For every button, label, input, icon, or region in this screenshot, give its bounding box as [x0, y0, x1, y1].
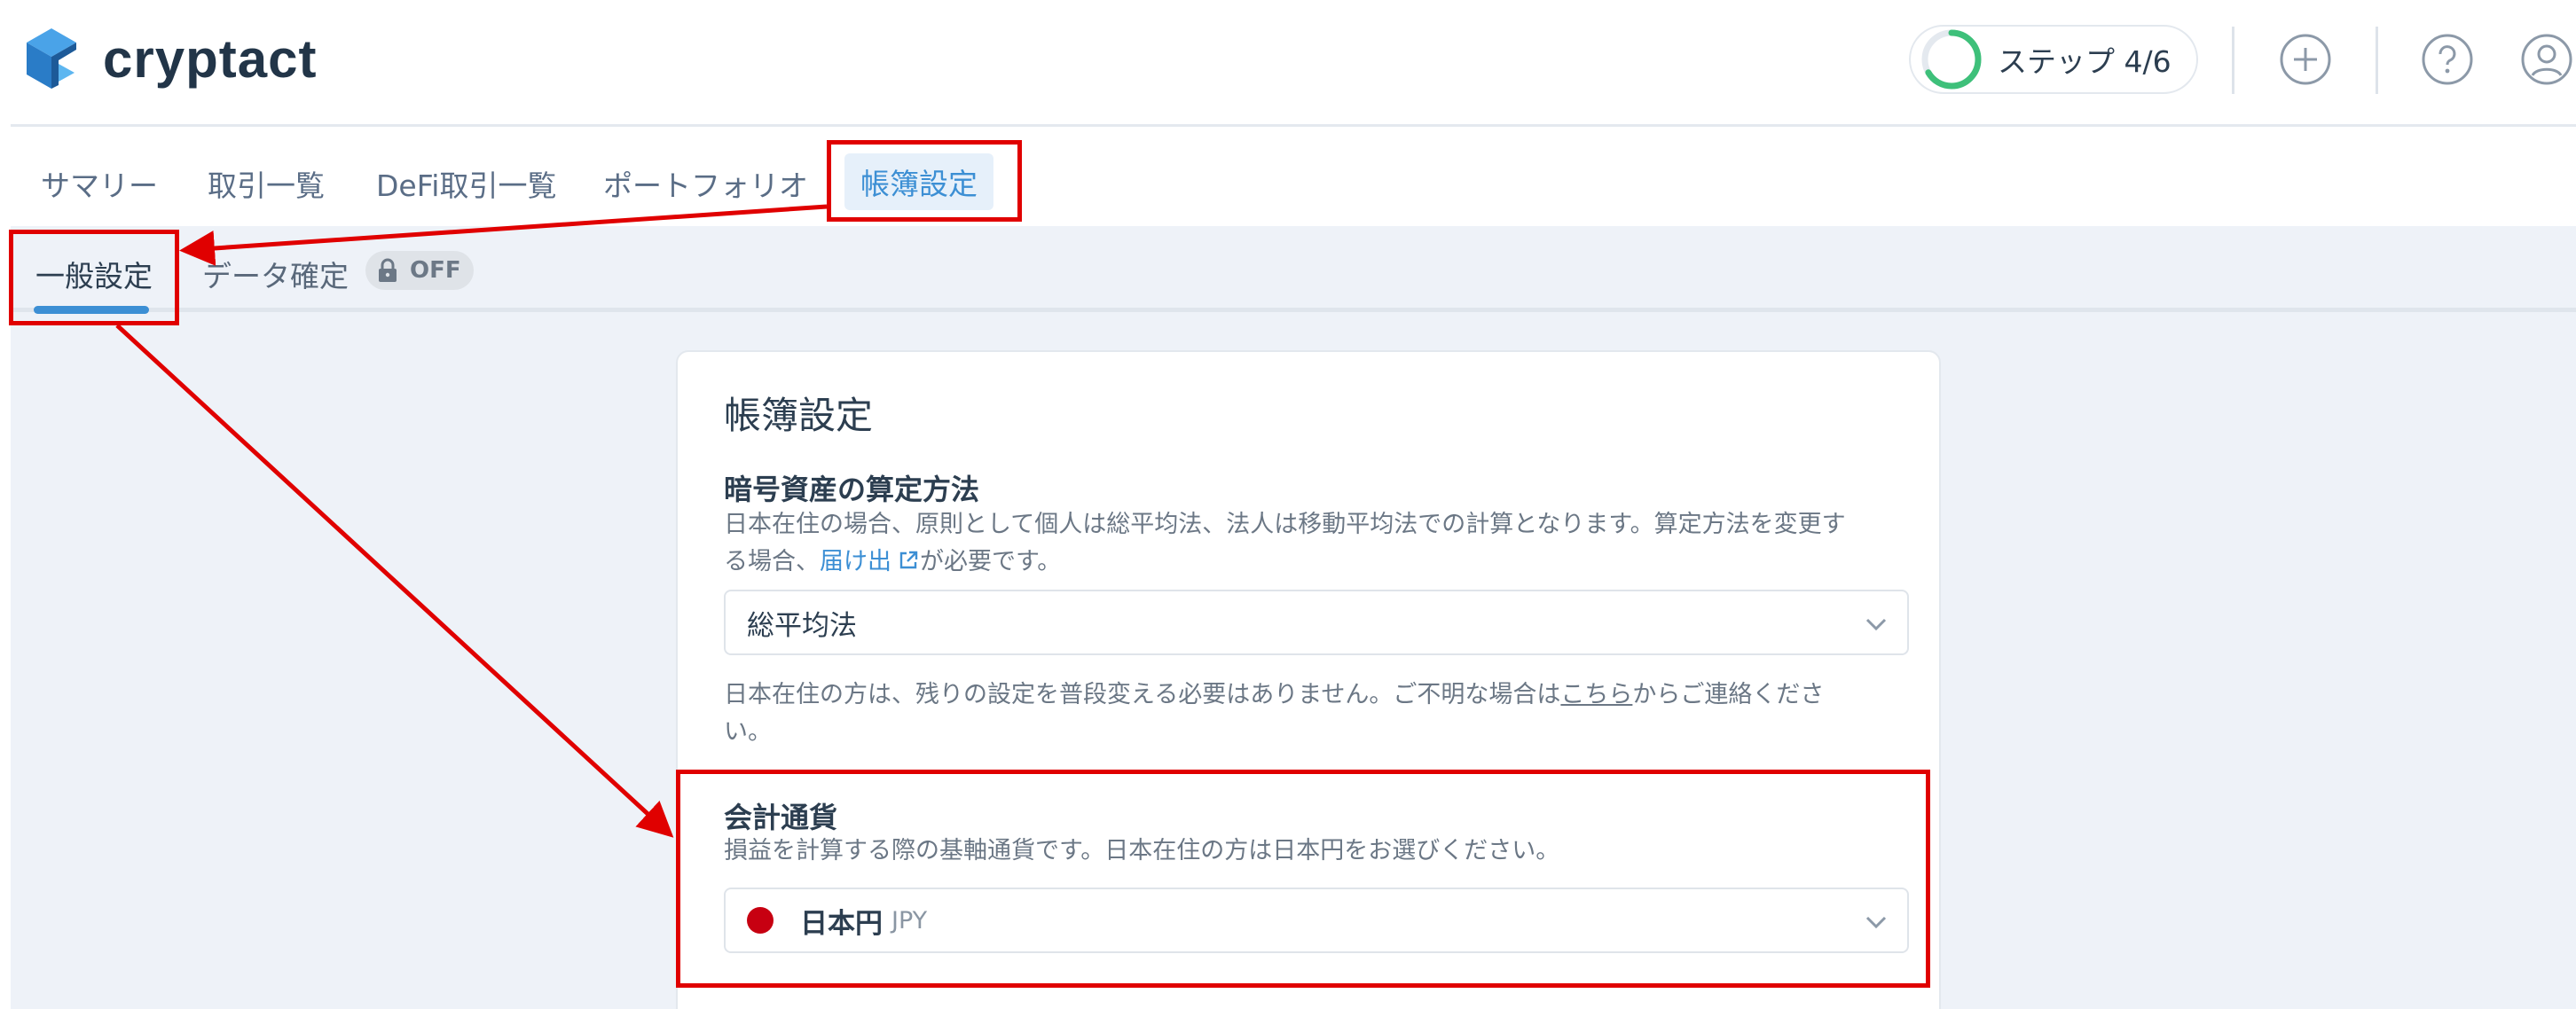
note-text: からご連絡くださ	[1632, 681, 1825, 708]
subtab-divider	[11, 308, 2576, 312]
residence-note: 日本在住の方は、残りの設定を普段変える必要はありません。ご不明な場合はこちらから…	[724, 677, 1904, 751]
highlight-ledger-tab	[827, 140, 1022, 222]
calc-method-select[interactable]: 総平均法	[724, 590, 1909, 655]
calc-method-selected: 総平均法	[747, 609, 857, 642]
user-icon[interactable]	[2519, 32, 2574, 87]
main-tabs: サマリー 取引一覧 DeFi取引一覧 ポートフォリオ 帳簿設定	[0, 127, 2576, 226]
calc-method-desc-line1: 日本在住の場合、原則として個人は総平均法、法人は移動平均法での計算となります。算…	[724, 511, 1846, 538]
tab-transactions[interactable]: 取引一覧	[208, 162, 325, 205]
lock-status-text: OFF	[410, 257, 461, 284]
plus-circle-icon[interactable]	[2278, 32, 2333, 87]
header-divider	[2232, 27, 2234, 94]
lock-icon	[379, 258, 397, 282]
tab-summary[interactable]: サマリー	[41, 162, 158, 205]
app-header: cryptact ステップ 4/6	[0, 0, 2576, 126]
contact-link[interactable]: こちら	[1560, 681, 1632, 708]
help-circle-icon[interactable]	[2420, 32, 2475, 87]
calc-method-title: 暗号資産の算定方法	[724, 473, 980, 506]
logo-text: cryptact	[103, 28, 318, 89]
lock-status-badge[interactable]: OFF	[365, 251, 474, 290]
cryptact-logo-icon	[27, 28, 76, 89]
calc-method-desc-line2: る場合、届け出 が必要です。	[724, 544, 1904, 581]
step-progress-pill[interactable]: ステップ 4/6	[1909, 25, 2198, 94]
tab-defi-transactions[interactable]: DeFi取引一覧	[376, 162, 556, 205]
external-link-icon[interactable]	[897, 549, 920, 572]
desc-text: が必要です。	[920, 548, 1062, 575]
tab-portfolio[interactable]: ポートフォリオ	[603, 162, 808, 205]
step-label: ステップ 4/6	[1998, 44, 2172, 79]
highlight-currency-section	[676, 770, 1930, 988]
note-text: 日本在住の方は、残りの設定を普段変える必要はありません。ご不明な場合は	[724, 681, 1561, 708]
desc-text: る場合、	[724, 548, 820, 575]
header-divider	[2376, 27, 2378, 94]
progress-ring-icon	[1921, 29, 1982, 90]
card-title: 帳簿設定	[724, 394, 874, 437]
residence-note-line1: 日本在住の方は、残りの設定を普段変える必要はありません。ご不明な場合はこちらから…	[724, 677, 1904, 714]
cryptact-logo[interactable]: cryptact	[23, 23, 317, 94]
residence-note-line2: い。	[724, 718, 772, 746]
chevron-down-icon	[1865, 618, 1887, 631]
sub-tabs: 一般設定 データ確定 OFF	[11, 226, 2576, 314]
calc-method-description: 日本在住の場合、原則として個人は総平均法、法人は移動平均法での計算となります。算…	[724, 506, 1904, 581]
notification-link[interactable]: 届け出	[820, 548, 891, 575]
highlight-general-subtab	[9, 230, 179, 325]
subtab-data-confirm[interactable]: データ確定	[202, 253, 349, 295]
